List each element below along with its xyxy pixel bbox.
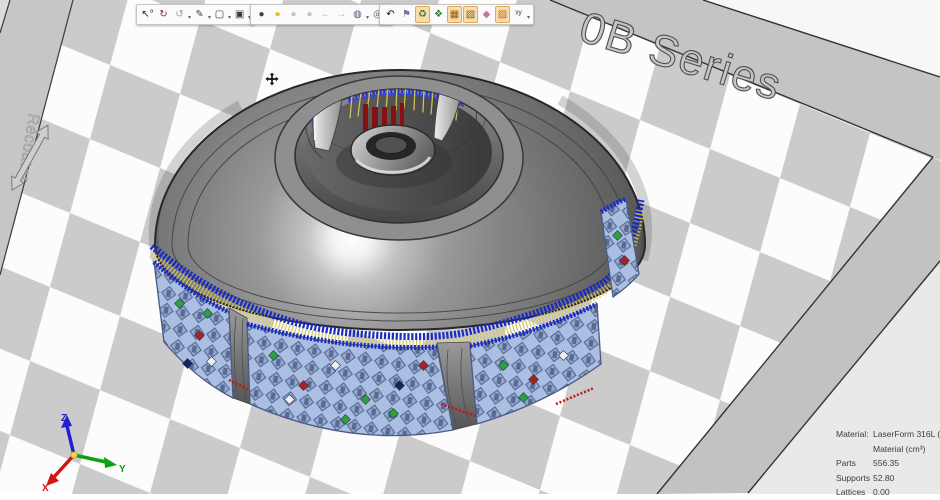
- dropdown-caret-icon[interactable]: ▾: [366, 14, 369, 21]
- shade-off-bulb2-icon[interactable]: ●: [302, 6, 317, 23]
- supports-value: 52.80: [873, 471, 894, 486]
- plane-icon[interactable]: ◆: [479, 6, 494, 23]
- analyze-icon[interactable]: ♻: [415, 6, 430, 23]
- orient-icon[interactable]: ▨: [495, 6, 510, 23]
- lattice-a-icon[interactable]: ▦: [447, 6, 462, 23]
- dropdown-caret-icon[interactable]: ▾: [208, 14, 211, 21]
- view-globe-icon[interactable]: ◍: [350, 6, 365, 23]
- shade-lit-bulb-icon[interactable]: ●: [270, 6, 285, 23]
- zoom-box-icon[interactable]: ▣: [232, 6, 247, 23]
- impeller-part[interactable]: [152, 50, 647, 436]
- lattice-b-icon[interactable]: ▧: [463, 6, 478, 23]
- toolbar-display: ● ● ● ● ← → ◍ ▾ ◎ ▾: [250, 4, 393, 25]
- axis-x-label: X: [42, 483, 49, 494]
- axis-y-label: Y: [119, 464, 126, 475]
- lattices-label: Lattices: [836, 485, 873, 500]
- snap-node-icon[interactable]: ⚑: [399, 6, 414, 23]
- material-info-panel: Material: LaserForm 316L (A)_Sv Material…: [836, 427, 940, 500]
- toolbar-selection: ↖° ↻ ↺ ▾ ✎ ▾ ▢ ▾ ▣ ▾: [136, 4, 255, 25]
- material-label: Material:: [836, 427, 873, 442]
- orbit-view-icon[interactable]: ↺: [172, 6, 187, 23]
- material-value: LaserForm 316L (A)_Sv: [873, 427, 940, 442]
- parts-value: 556.35: [873, 456, 899, 471]
- dropdown-caret-icon[interactable]: ▾: [228, 14, 231, 21]
- dropdown-caret-icon[interactable]: ▾: [527, 14, 530, 21]
- parts-label: Parts: [836, 456, 873, 471]
- axis-origin: [71, 452, 77, 458]
- box-select-icon[interactable]: ▢: [212, 6, 227, 23]
- shade-dark-bulb-icon[interactable]: ●: [254, 6, 269, 23]
- measure-icon[interactable]: ✎: [192, 6, 207, 23]
- shade-off-bulb-icon[interactable]: ●: [286, 6, 301, 23]
- undo-icon[interactable]: ↶: [383, 6, 398, 23]
- build-prep-app: { "viewport": { "plate_label": "0B Serie…: [0, 0, 940, 494]
- axis-z-label: Z: [61, 413, 67, 424]
- viewport-3d[interactable]: 0B Series Recoater: [0, 0, 940, 494]
- mesh-icon[interactable]: ❖: [431, 6, 446, 23]
- dropdown-caret-icon[interactable]: ▾: [188, 14, 191, 21]
- spacer: [836, 442, 873, 457]
- supports-label: Supports: [836, 471, 873, 486]
- select-pointer-icon[interactable]: ↖°: [140, 6, 155, 23]
- view-prev-icon[interactable]: ←: [318, 6, 333, 23]
- volume-header: Material (cm³): [873, 442, 925, 457]
- toolbar-build: ↶ ⚑ ♻ ❖ ▦ ▧ ◆ ▨ ˣʸ ▾: [379, 4, 534, 25]
- rotate-selection-icon[interactable]: ↻: [156, 6, 171, 23]
- axis-menu-icon[interactable]: ˣʸ: [511, 6, 526, 23]
- view-next-icon[interactable]: →: [334, 6, 349, 23]
- lattices-value: 0.00: [873, 485, 890, 500]
